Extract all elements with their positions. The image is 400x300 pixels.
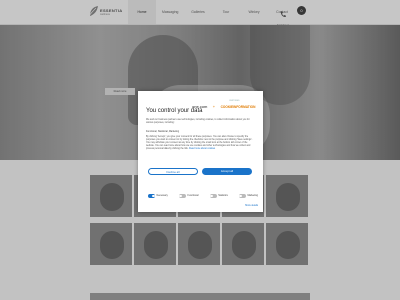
consent-toggles: Necessary Functional Statistics Marketin…	[148, 194, 258, 198]
cookieinformation-logo: COOKIEINFORMATION	[220, 105, 256, 109]
toggle-switch[interactable]	[148, 194, 155, 198]
toggle-switch[interactable]	[209, 194, 217, 198]
cookie-consent-dialog: one.com + COOKIEINFORMATION CERTIFIED Yo…	[138, 91, 263, 212]
cookieinformation-subtext: CERTIFIED	[229, 100, 240, 102]
toggle-label: Statistics	[218, 194, 228, 198]
toggle-marketing[interactable]: Marketing	[238, 194, 258, 198]
show-details-link[interactable]: Show details	[245, 205, 258, 207]
dialog-body-text: By clicking 'Accept', you give your cons…	[146, 136, 254, 151]
toggle-switch[interactable]	[178, 194, 186, 198]
toggle-label: Marketing	[247, 194, 258, 198]
accept-all-button[interactable]: Accept all	[202, 168, 252, 175]
decline-all-button[interactable]: Decline all	[148, 168, 198, 175]
toggle-functional[interactable]: Functional	[178, 194, 199, 198]
toggle-switch[interactable]	[238, 194, 246, 198]
toggle-label: Functional	[187, 194, 199, 198]
purposes-text: Functional, Statistical, Marketing	[146, 131, 180, 133]
dialog-intro-text: We and our business partners use technol…	[146, 119, 250, 124]
dialog-title: You control your data	[146, 108, 203, 114]
toggle-statistics[interactable]: Statistics	[209, 194, 228, 198]
read-more-cookies-link[interactable]: Read more about cookies	[189, 148, 215, 150]
brand-separator: +	[212, 104, 216, 109]
toggle-necessary[interactable]: Necessary	[148, 194, 168, 198]
toggle-label: Necessary	[156, 194, 168, 198]
brand-row: one.com + COOKIEINFORMATION CERTIFIED	[192, 95, 262, 109]
